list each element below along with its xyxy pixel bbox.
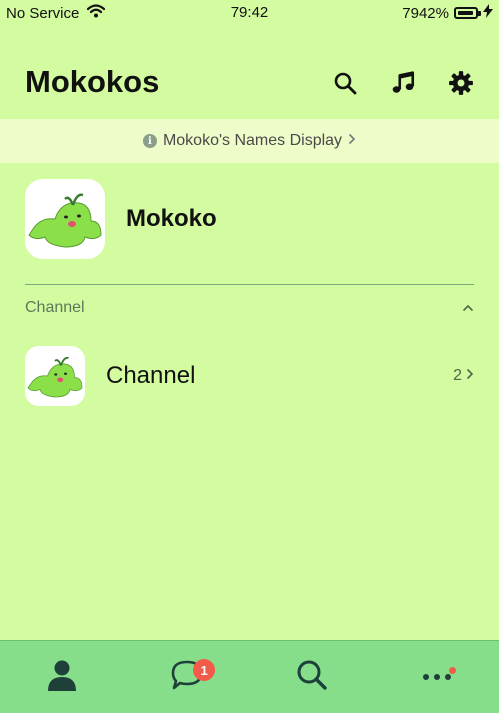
chevron-up-icon[interactable] — [462, 299, 474, 317]
person-icon — [47, 659, 77, 696]
music-icon[interactable] — [390, 70, 416, 96]
channel-name: Channel — [106, 362, 196, 389]
header: Mokokos — [0, 58, 499, 108]
channel-section-header[interactable]: Channel — [25, 297, 474, 319]
section-title: Channel — [25, 299, 85, 316]
gear-icon[interactable] — [448, 70, 474, 96]
tab-chats[interactable]: 1 — [157, 647, 217, 707]
unread-badge: 1 — [193, 659, 216, 681]
chevron-right-icon — [466, 367, 474, 385]
mokoko-avatar-icon — [25, 179, 105, 259]
notification-dot — [448, 667, 456, 674]
tab-search[interactable] — [282, 647, 342, 707]
names-display-label: Mokoko's Names Display — [162, 132, 343, 149]
tab-friends[interactable] — [32, 647, 92, 707]
tab-bar: 1 — [0, 640, 499, 713]
search-icon[interactable] — [332, 70, 358, 96]
more-icon — [422, 668, 452, 686]
tab-more[interactable] — [407, 647, 467, 707]
battery-percent: 7942% — [402, 4, 449, 22]
channel-count: 2 — [453, 367, 462, 384]
list-item[interactable]: Channel 2 — [25, 346, 474, 406]
profile-row[interactable]: Mokoko — [25, 179, 474, 259]
status-bar: No Service 79:42 7942% — [0, 0, 499, 28]
app-title: Mokokos — [25, 64, 160, 99]
info-icon: i — [142, 134, 157, 148]
charging-icon — [483, 4, 493, 22]
chevron-right-icon — [348, 132, 356, 150]
battery-icon — [454, 7, 481, 19]
divider — [25, 284, 474, 285]
names-display-banner[interactable]: i Mokoko's Names Display — [0, 119, 499, 163]
search-icon — [296, 659, 328, 696]
mokoko-avatar-icon — [25, 346, 85, 406]
avatar[interactable] — [25, 179, 105, 259]
profile-name: Mokoko — [126, 205, 217, 232]
channel-avatar — [25, 346, 85, 406]
